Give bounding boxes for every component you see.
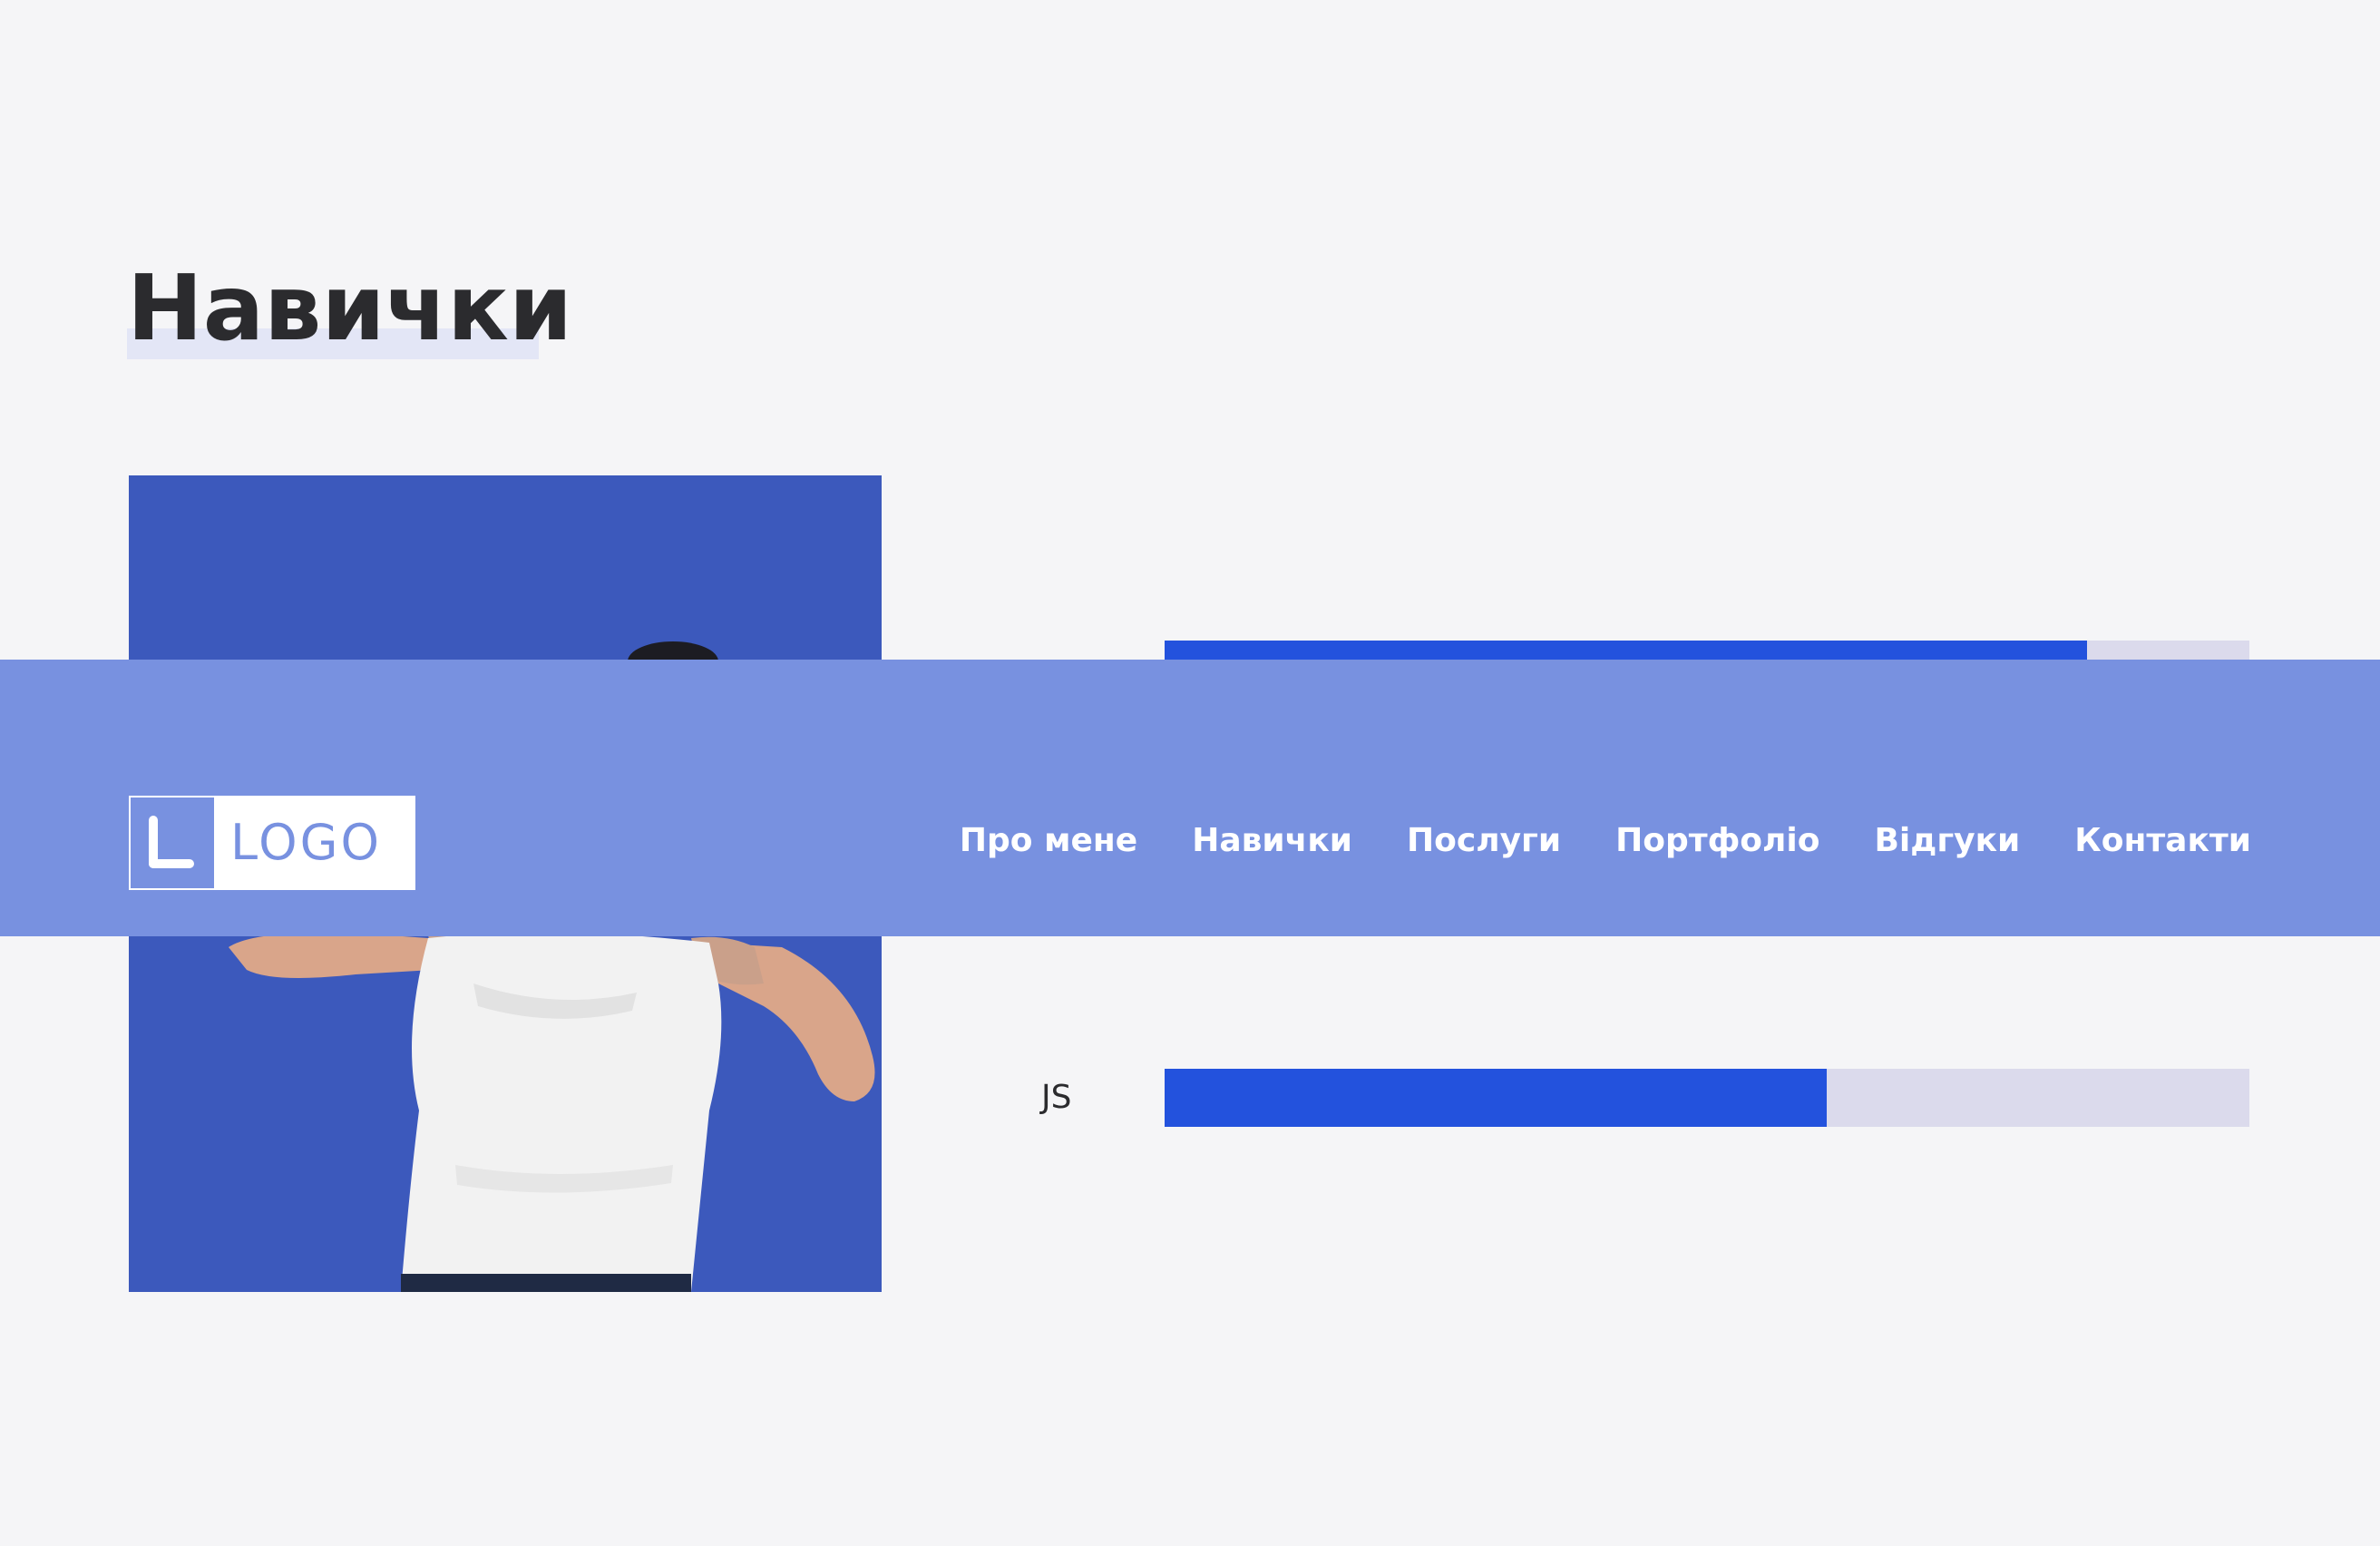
section-title: Навички [127,255,573,361]
nav-link-skills[interactable]: Навички [1192,822,1352,859]
site-logo[interactable]: LOGO [129,796,415,890]
nav-link-about[interactable]: Про мене [960,822,1137,859]
skill-bar-fill-js [1165,1069,1827,1127]
nav-link-portfolio[interactable]: Портфоліо [1615,822,1819,859]
skill-bar-track-js [1165,1069,2249,1127]
skill-label-js: JS [1041,1079,1072,1116]
nav-link-services[interactable]: Послуги [1407,822,1561,859]
nav-link-reviews[interactable]: Відгуки [1874,822,2020,859]
nav-link-contacts[interactable]: Контакти [2074,822,2251,859]
main-nav: Про мене Навички Послуги Портфоліо Відгу… [960,821,2251,861]
logo-l-icon [131,797,214,888]
site-header: LOGO Про мене Навички Послуги Портфоліо … [0,660,2380,936]
logo-text: LOGO [230,814,383,871]
